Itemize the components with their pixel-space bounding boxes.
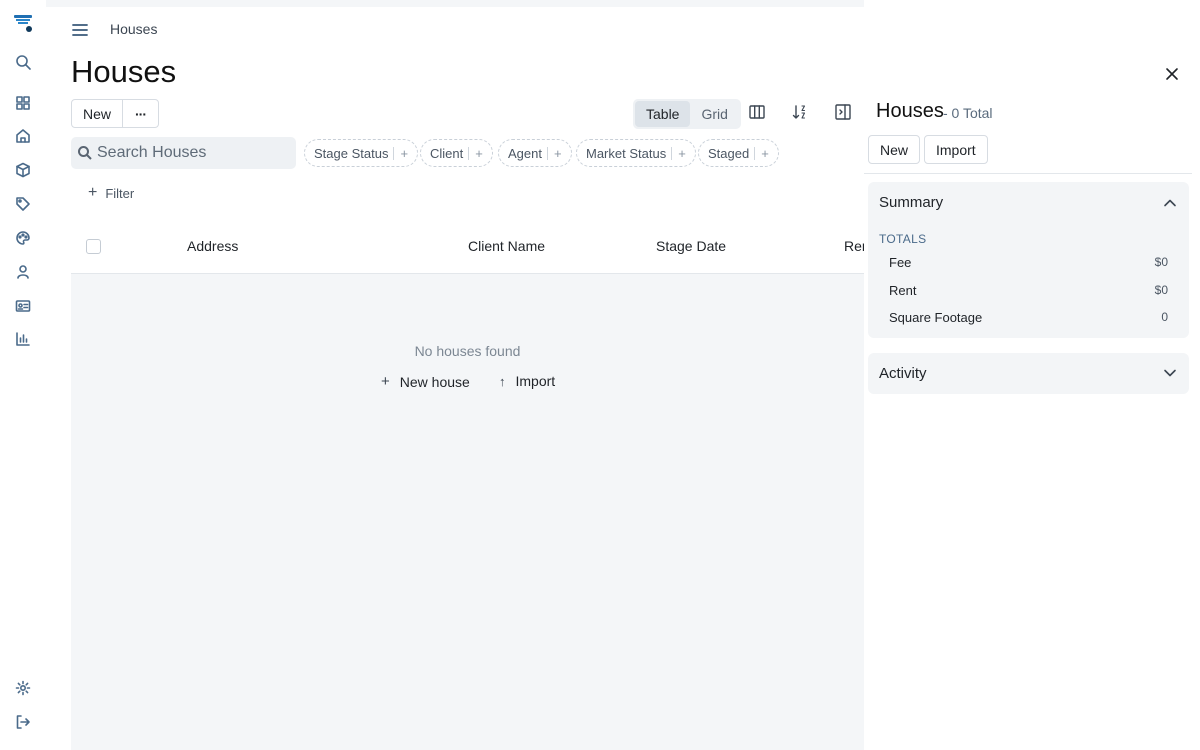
logo-icon[interactable] <box>12 12 34 34</box>
breadcrumb[interactable]: Houses <box>110 21 157 37</box>
new-button-group: New ··· <box>71 99 160 128</box>
activity-card[interactable]: Activity <box>868 353 1189 394</box>
total-label: Rent <box>889 283 917 298</box>
column-header-client-name[interactable]: Client Name <box>468 238 545 254</box>
page-title: Houses <box>71 54 177 89</box>
plus-icon: + <box>761 145 769 161</box>
logout-icon[interactable] <box>12 711 34 733</box>
plus-icon: + <box>88 184 98 201</box>
new-button[interactable]: New <box>72 100 122 127</box>
chevron-up-icon[interactable] <box>1163 196 1179 212</box>
panel-new-button[interactable]: New <box>868 135 921 164</box>
sidebar <box>0 0 46 750</box>
sort-icon[interactable] <box>791 103 813 125</box>
column-header-stage-date[interactable]: Stage Date <box>656 238 726 254</box>
column-header-address[interactable]: Address <box>187 238 238 254</box>
view-toggle: Table Grid <box>633 99 741 129</box>
add-filter-button[interactable]: + Filter <box>88 184 134 202</box>
tag-icon[interactable] <box>12 193 34 215</box>
plus-icon: + <box>400 145 409 161</box>
chip-label: Client <box>430 145 464 161</box>
new-house-label: New house <box>399 373 470 390</box>
new-house-button[interactable]: + New house <box>381 373 470 390</box>
import-link[interactable]: ↑ Import <box>499 373 555 389</box>
total-row: Square Footage 0 <box>889 310 1168 325</box>
empty-message: No houses found <box>414 343 521 359</box>
table-body: No houses found + New house ↑ Import <box>71 274 864 750</box>
home-icon[interactable] <box>12 125 34 147</box>
total-value: 0 <box>1161 310 1168 324</box>
filter-label: Filter <box>105 185 135 201</box>
divider <box>864 173 1192 174</box>
id-card-icon[interactable] <box>12 295 34 317</box>
total-value: $0 <box>1154 283 1168 297</box>
columns-icon[interactable] <box>748 103 770 125</box>
bar-chart-icon[interactable] <box>12 328 34 350</box>
palette-icon[interactable] <box>12 227 34 249</box>
more-options-button[interactable]: ··· <box>122 100 158 127</box>
person-icon[interactable] <box>12 261 34 283</box>
plus-icon: + <box>381 373 390 390</box>
view-table-button[interactable]: Table <box>635 101 691 127</box>
search-box <box>71 137 296 169</box>
total-value: $0 <box>1154 255 1168 269</box>
menu-icon[interactable] <box>69 19 91 41</box>
import-label: Import <box>515 373 556 389</box>
chip-label: Stage Status <box>314 145 389 161</box>
panel-import-button[interactable]: Import <box>924 135 988 164</box>
gear-icon[interactable] <box>12 677 34 699</box>
chip-market-status[interactable]: Market Status + <box>576 139 696 167</box>
plus-icon: + <box>475 145 483 161</box>
total-label: Fee <box>889 255 912 270</box>
activity-heading: Activity <box>879 365 927 382</box>
chip-label: Staged <box>708 145 750 161</box>
totals-label: TOTALS <box>879 232 927 246</box>
panel-title: Houses <box>876 100 944 122</box>
panel-toggle-icon[interactable] <box>834 103 856 125</box>
search-input[interactable] <box>97 144 287 162</box>
search-icon[interactable] <box>12 51 34 73</box>
chevron-down-icon[interactable] <box>1163 366 1179 382</box>
summary-heading[interactable]: Summary <box>879 194 943 211</box>
chip-label: Market Status <box>586 145 667 161</box>
select-all-checkbox[interactable] <box>86 239 101 254</box>
summary-card: Summary TOTALS Fee $0 Rent $0 Square Foo… <box>868 182 1189 338</box>
close-icon[interactable] <box>1164 66 1182 84</box>
total-row: Rent $0 <box>889 283 1168 298</box>
view-grid-button[interactable]: Grid <box>690 101 738 127</box>
total-label: Square Footage <box>889 310 983 325</box>
arrow-up-icon: ↑ <box>499 373 506 389</box>
more-icon: ··· <box>135 105 147 122</box>
box-icon[interactable] <box>12 159 34 181</box>
chip-stage-status[interactable]: Stage Status + <box>304 139 419 167</box>
total-row: Fee $0 <box>889 255 1168 270</box>
table-header: Address Client Name Stage Date Rent <box>71 222 874 274</box>
search-icon <box>78 146 92 160</box>
chip-label: Agent <box>508 145 542 161</box>
dashboard-icon[interactable] <box>12 92 34 114</box>
chip-staged[interactable]: Staged + <box>698 139 779 167</box>
plus-icon: + <box>678 145 686 161</box>
panel-count: - 0 Total <box>943 105 993 121</box>
chip-agent[interactable]: Agent + <box>498 139 572 167</box>
plus-icon: + <box>553 145 562 161</box>
chip-client[interactable]: Client + <box>420 139 493 167</box>
